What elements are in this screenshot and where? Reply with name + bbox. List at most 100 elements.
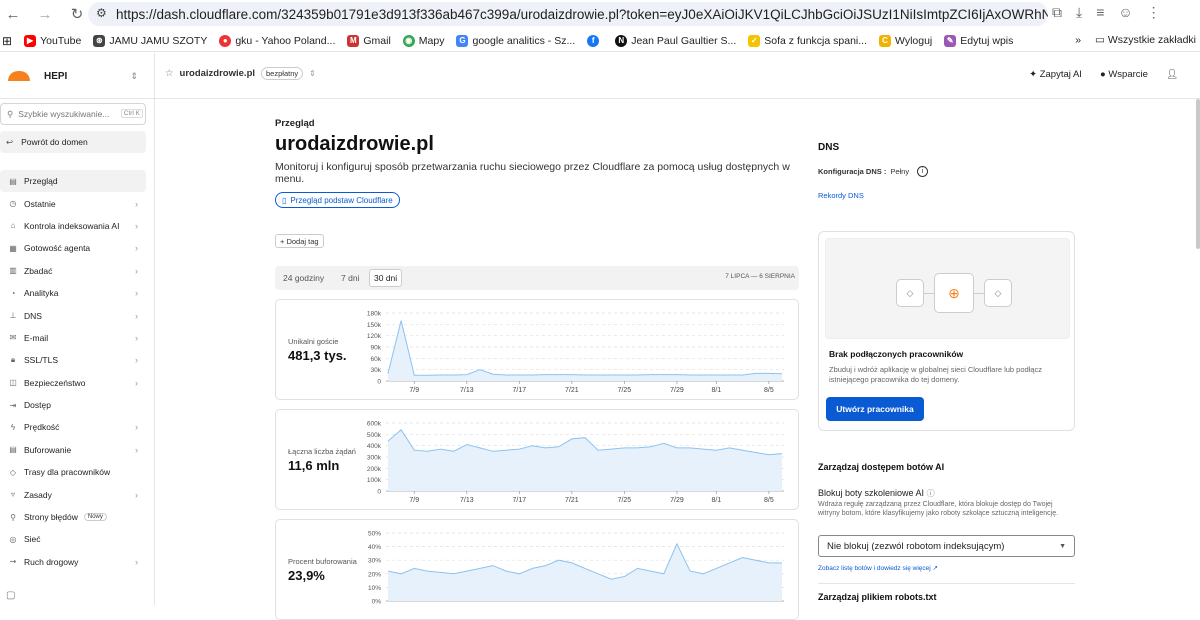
sidebar-item-5[interactable]: ◔ Analityka › (0, 282, 146, 304)
sidebar-item-icon: ⊥ (9, 311, 17, 321)
star-icon[interactable]: ☆ (165, 68, 174, 79)
chevron-right-icon: › (135, 355, 138, 366)
sidebar-item-label: SSL/TLS (24, 355, 59, 366)
bookmark[interactable]: C Wyloguj (879, 34, 932, 47)
chevron-right-icon: › (135, 288, 138, 299)
sidebar-item-11[interactable]: ϟ Prędkość › (0, 416, 146, 438)
bookmarks-right: » ▭ Wszystkie zakładki (1075, 34, 1196, 46)
info-icon[interactable]: i (917, 166, 929, 177)
sidebar-item-9[interactable]: ◫ Bezpieczeństwo › (0, 372, 146, 394)
address-bar[interactable]: ⚙ https://dash.cloudflare.com/324359b017… (88, 2, 1048, 26)
create-worker-button[interactable]: Utwórz pracownika (826, 397, 924, 421)
add-tag-button[interactable]: + Dodaj tag (275, 234, 324, 248)
bookmarks-bar: ⊞ ▶ YouTube ⊛ JAMU JAMU SZOTY ● gku - Yahoo… (0, 30, 1200, 52)
sidebar-item-label: E-mail (24, 332, 49, 343)
sidebar-item-4[interactable]: ▥ Zbadać › (0, 260, 146, 282)
zone-switcher[interactable]: ☆ urodaizdrowie.pl bezpłatny ⇕ (165, 67, 316, 80)
visitors-chart: 180k 150k 120k 90k 60k 30k 0 7/9 7/13 7/17 7/21 7/2… (367, 311, 784, 394)
range-30d[interactable]: 30 dni (369, 269, 403, 287)
apps-icon[interactable]: ⊞ (2, 34, 12, 48)
sidebar-item-1[interactable]: ◷ Ostatnie › (0, 192, 146, 214)
bookmark[interactable]: Ggoogle analitics - Sz... (456, 34, 575, 47)
all-bookmarks-button[interactable]: ▭ Wszystkie zakładki (1095, 34, 1196, 46)
dns-config: Konfiguracja DNS : Pełny i (818, 166, 929, 177)
sidebar-item-15[interactable]: ⚲ Strony błędów Nowy (0, 506, 146, 528)
header-actions: ✦ Zapytaj AI ● Wsparcie 👤︎ (1029, 69, 1178, 80)
x-tick-label: 7/9 (409, 387, 419, 394)
menu-icon[interactable]: ⋮ (1147, 4, 1161, 21)
collapse-sidebar-icon[interactable]: ▢ (6, 590, 15, 601)
sidebar-item-label: Strony błędów (24, 512, 78, 523)
bookmark[interactable]: f (587, 34, 603, 47)
bots-list-link[interactable]: Zobacz listę botów i dowiedz się więcej … (818, 564, 938, 572)
x-tick-label: 8/5 (764, 387, 774, 394)
bookmark[interactable]: ▶ YouTube (24, 34, 81, 47)
sidebar-item-icon: ✉ (9, 333, 17, 343)
y-tick-label: 30k (371, 367, 382, 374)
support-button[interactable]: ● Wsparcie (1100, 69, 1148, 80)
sidebar-item-label: Przegląd (24, 176, 58, 187)
account-switcher[interactable]: HEPI ⇕ (0, 53, 155, 99)
sidebar-item-icon: 🔒︎ (10, 355, 16, 365)
y-tick-label: 40% (368, 544, 381, 551)
bookmark[interactable]: N Jean Paul Gaultier S... (615, 34, 736, 47)
bookmark[interactable]: ✎ Edytuj wpis (944, 34, 1013, 47)
bookmark[interactable]: ● gku - Yahoo Poland... (219, 34, 335, 47)
reload-icon[interactable]: ↻ (66, 3, 88, 25)
more-bookmarks-button[interactable]: » (1075, 34, 1081, 46)
sidebar-item-label: Zbadać (24, 265, 53, 276)
y-tick-label: 90k (371, 345, 382, 352)
range-24h[interactable]: 24 godziny (279, 269, 328, 287)
overview-link-button[interactable]: ▯ Przegląd podstaw Cloudflare (275, 192, 400, 208)
extensions-icon[interactable]: ⧉ (1052, 4, 1062, 21)
sidebar-item-10[interactable]: ⇥ Dostęp (0, 394, 146, 416)
sidebar-item-2[interactable]: ⌂ Kontrola indeksowania AI › (0, 215, 146, 237)
sidebar-item-17[interactable]: ⇝ Ruch drogowy › (0, 551, 146, 573)
sidebar-item-14[interactable]: ▿ Zasady › (0, 483, 146, 505)
sidebar-item-7[interactable]: ✉ E-mail › (0, 327, 146, 349)
media-icon[interactable]: ≡ (1096, 4, 1104, 21)
chevron-right-icon: › (135, 422, 138, 433)
range-7d[interactable]: 7 dni (337, 269, 363, 287)
date-range: 7 LIPCA — 6 SIERPNIA (725, 273, 795, 280)
ask-ai-button[interactable]: ✦ Zapytaj AI (1029, 69, 1082, 80)
back-arrow-icon: ↩ (6, 136, 14, 147)
sidebar-item-3[interactable]: ▦ Gotowość agenta › (0, 237, 146, 259)
sidebar-item-16[interactable]: ◎ Sieć (0, 528, 146, 550)
sidebar-item-12[interactable]: ▤ Buforowanie › (0, 439, 146, 461)
sidebar-item-icon: ϟ (10, 422, 16, 432)
sidebar-item-8[interactable]: 🔒︎ SSL/TLS › (0, 349, 146, 371)
download-icon[interactable]: ⤓ (1076, 4, 1082, 21)
x-tick-label: 8/1 (711, 387, 721, 394)
bot-block-select[interactable]: Nie blokuj (zezwól robotom indeksującym)… (818, 535, 1075, 557)
y-tick-label: 180k (367, 311, 382, 318)
bookmark[interactable]: ✓ Sofa z funkcja spani... (748, 34, 867, 47)
y-tick-label: 120k (367, 333, 382, 340)
info-icon[interactable]: ⓘ (927, 489, 935, 498)
bookmark[interactable]: ◉ Mapy (402, 34, 444, 47)
block-bots-title: Blokuj boty szkoleniowe AI ⓘ (818, 488, 935, 498)
page-scrollbar[interactable] (1194, 99, 1200, 299)
search-input[interactable]: ⚲ Szybkie wyszukiwanie... Ctrl K (0, 103, 146, 125)
site-settings-icon[interactable]: ⚙ (96, 6, 107, 20)
bookmark[interactable]: M Gmail (347, 34, 391, 47)
requests-chart: 600k 500k 400k 300k 200k 100k 0 7/9 7/13 7/17 7/21… (367, 421, 784, 504)
dns-title: DNS (818, 142, 840, 153)
help-icon: ● (1099, 69, 1106, 80)
sidebar-item-label: Sieć (24, 534, 41, 545)
dns-records-link[interactable]: Rekordy DNS (818, 191, 864, 200)
sidebar-item-icon: ◔ (10, 288, 16, 298)
sidebar-item-label: Gotowość agenta (24, 243, 91, 254)
new-badge: Nowy (83, 513, 107, 522)
sidebar-item-6[interactable]: ⊥ DNS › (0, 304, 146, 326)
back-arrow-icon[interactable]: ← (2, 3, 24, 25)
sidebar-item-13[interactable]: ◇ Trasy dla pracowników (0, 461, 146, 483)
metric-value: 23,9% (288, 568, 325, 583)
profile-icon[interactable]: ☺ (1118, 4, 1132, 21)
back-to-domains-button[interactable]: ↩ Powrót do domen (0, 131, 146, 153)
user-icon[interactable]: 👤︎ (1166, 69, 1178, 80)
forward-arrow-icon[interactable]: → (34, 3, 56, 25)
metric-card-requests: Łączna liczba żądań 11,6 mln 600k 500k 400… (275, 409, 799, 510)
sidebar-item-0[interactable]: ▤ Przegląd (0, 170, 146, 193)
bookmark[interactable]: ⊛ JAMU JAMU SZOTY (93, 34, 207, 47)
